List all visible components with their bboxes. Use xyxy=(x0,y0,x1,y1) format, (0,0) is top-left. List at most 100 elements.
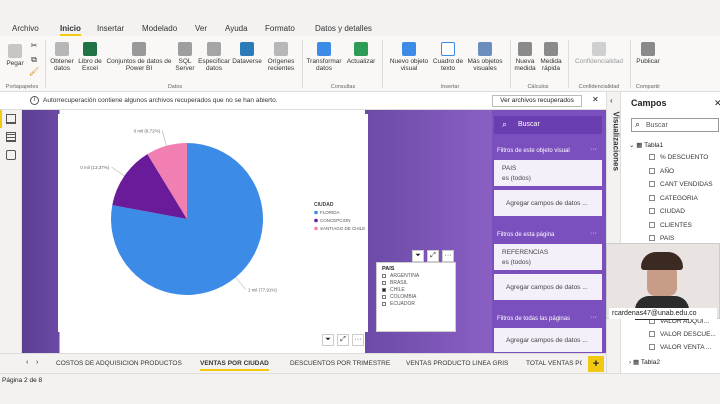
slicer-focus-icon[interactable]: ⤢ xyxy=(427,250,439,262)
checkbox[interactable] xyxy=(382,301,386,306)
checkbox[interactable] xyxy=(649,167,655,174)
chevron-left-icon[interactable]: ‹ xyxy=(610,96,613,105)
field-item[interactable]: CLIENTES xyxy=(649,222,692,229)
dataverse-button[interactable]: Dataverse xyxy=(232,42,262,65)
sensitivity-button[interactable]: Confidencialidad xyxy=(572,42,626,65)
legend-item[interactable]: FLORIDA xyxy=(320,210,340,215)
slicer-option[interactable]: CHILE xyxy=(382,287,405,293)
enter-data-button[interactable]: Especificar datos xyxy=(198,42,230,72)
quick-measure-button[interactable]: Medida rápida xyxy=(538,42,564,72)
tab-inicio[interactable]: Inicio xyxy=(60,24,81,36)
get-data-button[interactable]: Obtener datos xyxy=(48,42,76,72)
field-label: CANT VENDIDAS xyxy=(660,181,713,188)
pais-slicer[interactable]: PAIS ARGENTINA BRASIL CHILE COLOMBIA ECUADOR xyxy=(376,262,456,332)
slicer-more-icon[interactable]: ··· xyxy=(442,250,454,262)
page-tab[interactable]: COSTOS DE ADQUISICION PRODUCTOS xyxy=(56,360,182,367)
field-item[interactable]: % DESCUENTO xyxy=(649,154,708,161)
checkbox[interactable] xyxy=(382,287,386,292)
tab-insertar[interactable]: Insertar xyxy=(97,24,124,33)
table2-node[interactable]: › ▦ Tabla2 xyxy=(629,358,660,366)
add-fields-well[interactable]: Agregar campos de datos ... xyxy=(494,190,602,216)
page-tab[interactable]: TOTAL VENTAS POR xyxy=(526,360,582,367)
tab-ver[interactable]: Ver xyxy=(195,24,207,33)
text-box-button[interactable]: Cuadro de texto xyxy=(432,42,464,72)
checkbox[interactable] xyxy=(382,294,386,299)
checkbox[interactable] xyxy=(382,280,386,285)
copy-icon[interactable]: ⧉ xyxy=(28,56,40,64)
filter-card-pais[interactable]: PAIS es (todos) xyxy=(494,160,602,186)
page-tab[interactable]: DESCUENTOS POR TRIMESTRE xyxy=(290,360,390,367)
tab-formato[interactable]: Formato xyxy=(265,24,295,33)
publish-button[interactable]: Publicar xyxy=(634,42,662,65)
new-measure-button[interactable]: Nueva medida xyxy=(512,42,538,72)
all-pages-filters-header: Filtros de todas las páginas xyxy=(497,316,571,322)
tab-archivo[interactable]: Archivo xyxy=(12,24,39,33)
page-tab[interactable]: VENTAS POR CIUDAD xyxy=(200,360,269,371)
paste-button[interactable]: Pegar xyxy=(4,44,26,67)
add-page-button[interactable]: + xyxy=(588,356,604,372)
checkbox[interactable] xyxy=(649,235,655,242)
next-page-icon[interactable]: › xyxy=(36,359,38,366)
field-item[interactable]: PAIS xyxy=(649,235,674,242)
filters-search[interactable]: ⌕ Buscar xyxy=(494,116,602,134)
field-item[interactable]: CATEGORIA xyxy=(649,195,698,202)
legend-item[interactable]: CONCEPCION xyxy=(320,218,351,223)
slicer-filter-icon[interactable]: ⏷ xyxy=(412,250,424,262)
checkbox[interactable] xyxy=(649,208,655,215)
model-view-icon[interactable] xyxy=(6,150,16,160)
checkbox[interactable] xyxy=(649,221,655,228)
more-options-icon[interactable]: ··· xyxy=(590,146,597,153)
close-infobar-button[interactable]: ✕ xyxy=(592,95,599,104)
add-fields-well[interactable]: Agregar campos de datos ... xyxy=(494,328,602,352)
transform-icon xyxy=(317,42,331,56)
field-item[interactable]: CIUDAD xyxy=(649,208,685,215)
prev-page-icon[interactable]: ‹ xyxy=(26,359,28,366)
more-visuals-button[interactable]: Más objetos visuales xyxy=(466,42,504,72)
data-view-icon[interactable] xyxy=(6,132,16,142)
checkbox[interactable] xyxy=(649,154,655,161)
slicer-option[interactable]: COLOMBIA xyxy=(382,294,416,300)
slicer-option-label: BRASIL xyxy=(390,280,408,286)
field-item[interactable]: AÑO xyxy=(649,168,674,175)
slicer-option[interactable]: ARGENTINA xyxy=(382,273,419,279)
close-icon[interactable]: ✕ xyxy=(714,98,720,109)
add-fields-well[interactable]: Agregar campos de datos ... xyxy=(494,274,602,300)
powerbi-datasets-button[interactable]: Conjuntos de datos de Power BI xyxy=(104,42,174,72)
new-visual-button[interactable]: Nuevo objeto visual xyxy=(386,42,432,72)
tab-ayuda[interactable]: Ayuda xyxy=(225,24,248,33)
tab-datos-y-detalles[interactable]: Datos y detalles xyxy=(315,24,372,33)
checkbox[interactable] xyxy=(649,181,655,188)
slicer-option[interactable]: BRASIL xyxy=(382,280,408,286)
field-item[interactable]: CANT VENDIDAS xyxy=(649,181,713,188)
recent-sources-button[interactable]: Orígenes recientes xyxy=(264,42,298,72)
field-item[interactable]: VALOR DESCUE... xyxy=(649,331,716,338)
refresh-button[interactable]: Actualizar xyxy=(344,42,378,65)
more-options-icon[interactable]: ··· xyxy=(590,314,597,321)
slicer-option[interactable]: ECUADOR xyxy=(382,301,415,307)
visualizations-pane-collapsed[interactable]: ‹ Visualizaciones xyxy=(606,92,621,373)
slicer-option-label: CHILE xyxy=(390,287,405,293)
format-painter-icon[interactable]: 🖌 xyxy=(28,68,40,76)
field-item[interactable]: VALOR VENTA ... xyxy=(649,344,711,351)
more-options-icon[interactable]: ··· xyxy=(590,230,597,237)
legend-item[interactable]: SANTIAGO DE CHILE xyxy=(320,226,365,231)
pie-chart-visual[interactable]: 1 mil (77,91%) 0 mil (13,37%) 0 mil (8,72%… xyxy=(58,114,368,332)
sql-server-button[interactable]: SQL Server xyxy=(174,42,196,72)
filter-card-referencias[interactable]: REFERENCIAS es (todos) xyxy=(494,244,602,270)
focus-mode-icon[interactable]: ⤢ xyxy=(337,334,349,346)
checkbox[interactable] xyxy=(649,331,655,338)
cut-icon[interactable]: ✂ xyxy=(28,42,40,50)
table1-node[interactable]: ⌄ ▦ Tabla1 xyxy=(629,141,663,149)
view-recovered-files-button[interactable]: Ver archivos recuperados xyxy=(492,95,582,107)
excel-button[interactable]: Libro de Excel xyxy=(78,42,102,72)
filter-icon[interactable]: ⏷ xyxy=(322,334,334,346)
tab-modelado[interactable]: Modelado xyxy=(142,24,177,33)
group-data: Datos xyxy=(167,84,183,90)
fields-search[interactable]: ⌕ Buscar xyxy=(631,118,719,132)
checkbox[interactable] xyxy=(649,194,655,201)
checkbox[interactable] xyxy=(382,273,386,278)
transform-data-button[interactable]: Transformar datos xyxy=(306,42,342,72)
more-options-icon[interactable]: ··· xyxy=(352,334,364,346)
page-tab[interactable]: VENTAS PRODUCTO LINEA GRIS xyxy=(406,360,508,367)
checkbox[interactable] xyxy=(649,344,655,351)
